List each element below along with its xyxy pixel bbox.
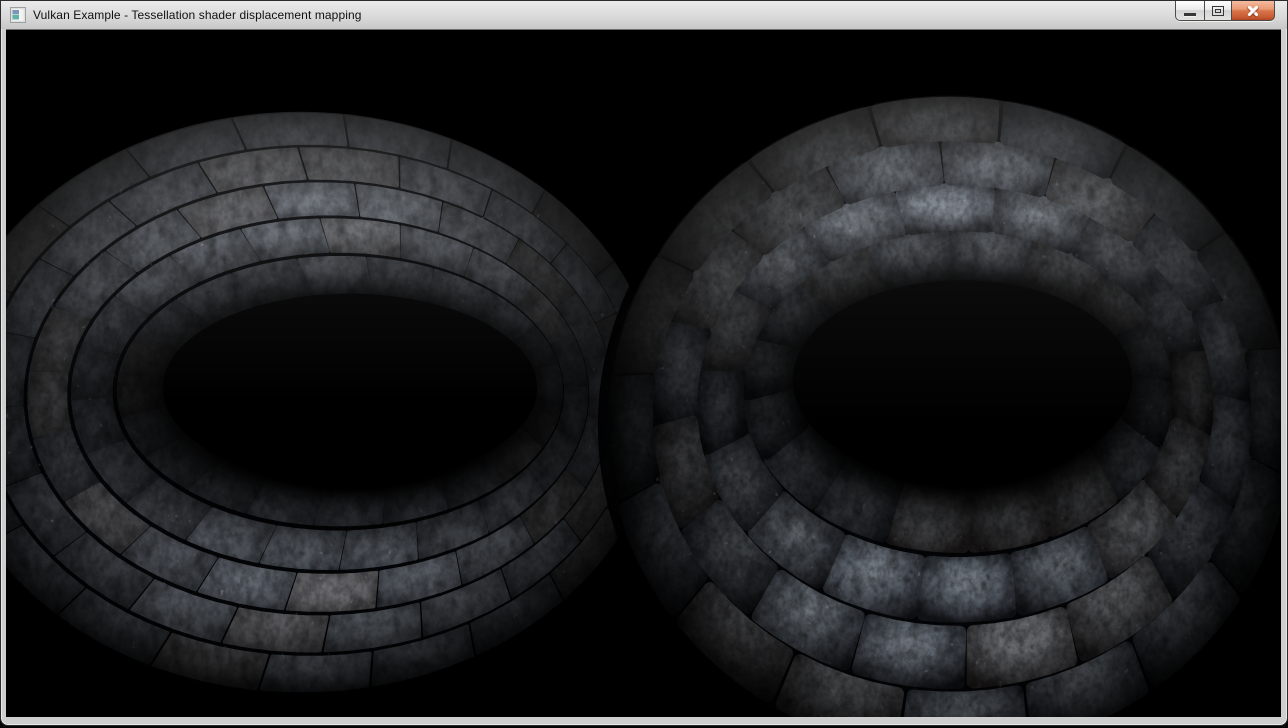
torus-stone-displaced xyxy=(598,87,1281,717)
maximize-button[interactable] xyxy=(1204,1,1232,21)
scene-canvas xyxy=(6,29,1281,717)
close-button[interactable] xyxy=(1231,1,1275,21)
app-window: Vulkan Example - Tessellation shader dis… xyxy=(0,0,1288,726)
application-icon[interactable] xyxy=(10,7,26,23)
render-viewport[interactable] xyxy=(6,29,1281,717)
close-icon xyxy=(1247,4,1260,17)
title-bar[interactable]: Vulkan Example - Tessellation shader dis… xyxy=(1,1,1287,29)
maximize-icon xyxy=(1212,6,1224,16)
minimize-button[interactable] xyxy=(1175,1,1205,21)
torus-stone-flat xyxy=(6,103,671,703)
window-controls xyxy=(1176,1,1275,21)
minimize-icon xyxy=(1184,13,1196,16)
window-title: Vulkan Example - Tessellation shader dis… xyxy=(33,8,362,22)
